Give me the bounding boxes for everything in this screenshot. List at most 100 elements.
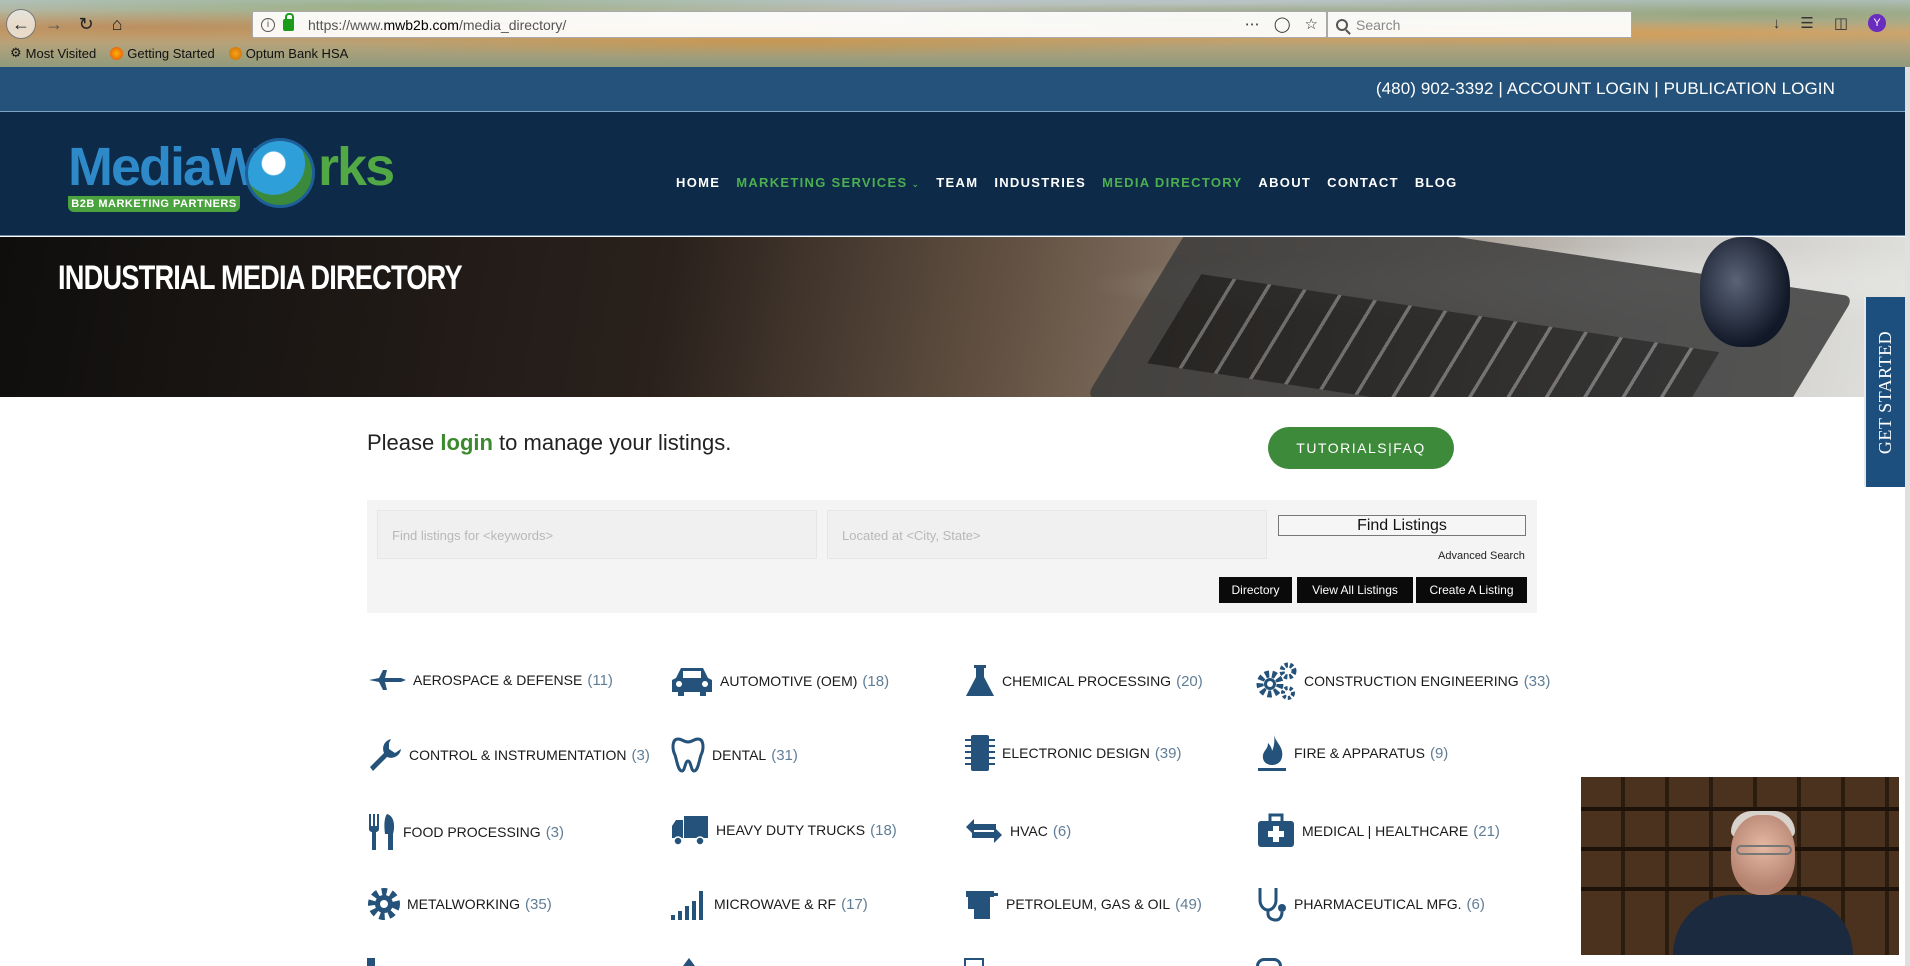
chevron-down-icon: ⌄ — [911, 179, 921, 189]
library-icon[interactable]: ☰ — [1800, 14, 1813, 32]
category-aerospace-defense[interactable]: AEROSPACE & DEFENSE (11) — [367, 669, 613, 691]
listing-search-panel: Find listings for <keywords> Located at … — [367, 500, 1537, 613]
url-bar[interactable]: i https://www.mwb2b.com/media_directory/… — [252, 11, 1327, 38]
browser-chrome: ← → ↻ ⌂ i https://www.mwb2b.com/media_di… — [0, 0, 1910, 67]
category-dental[interactable]: DENTAL (31) — [670, 735, 798, 775]
category-automotive[interactable]: AUTOMOTIVE (OEM) (18) — [670, 664, 889, 698]
create-listing-button[interactable]: Create A Listing — [1416, 577, 1527, 603]
jet-icon — [367, 669, 407, 691]
login-link[interactable]: login — [440, 430, 493, 455]
hero-banner: INDUSTRIAL MEDIA DIRECTORY — [0, 237, 1905, 397]
pocket-icon[interactable]: ◯ — [1274, 15, 1291, 33]
category-icon-partial — [683, 958, 695, 966]
more-actions-icon[interactable]: ⋯ — [1245, 15, 1260, 33]
category-icon-partial — [367, 958, 375, 966]
search-placeholder: Search — [1356, 16, 1401, 33]
bookmarks-bar: ⚙ Most Visited Getting Started Optum Ban… — [10, 45, 348, 61]
reload-icon: ↻ — [78, 13, 94, 34]
back-button[interactable]: ← — [6, 9, 36, 39]
utensils-icon — [367, 812, 397, 852]
nav-media-directory[interactable]: MEDIA DIRECTORY — [1102, 175, 1242, 190]
car-icon — [670, 664, 714, 698]
toolbar-icons: ↓ ☰ ◫ Y — [1773, 14, 1886, 32]
nav-contact[interactable]: CONTACT — [1327, 175, 1399, 190]
search-icon — [1336, 18, 1348, 31]
category-heavy-duty-trucks[interactable]: HEAVY DUTY TRUCKS (18) — [670, 814, 897, 846]
wrench-icon — [367, 737, 403, 773]
find-listings-button[interactable]: Find Listings — [1278, 515, 1526, 536]
category-petroleum-gas-oil[interactable]: PETROLEUM, GAS & OIL (49) — [964, 887, 1202, 921]
url-actions: ⋯ ◯ ☆ — [1245, 15, 1318, 33]
category-construction-engineering[interactable]: CONSTRUCTION ENGINEERING (33) — [1256, 662, 1550, 700]
firefox-icon — [110, 46, 124, 60]
gears-icon — [1256, 662, 1298, 700]
tutorials-faq-button[interactable]: TUTORIALS|FAQ — [1268, 427, 1454, 469]
category-microwave-rf[interactable]: MICROWAVE & RF (17) — [670, 887, 868, 921]
bookmark-optum-bank[interactable]: Optum Bank HSA — [228, 45, 348, 61]
medkit-icon — [1256, 813, 1296, 849]
logo-text: MediaW rks — [68, 137, 395, 197]
category-icon-partial — [1256, 958, 1282, 966]
info-icon[interactable]: i — [261, 17, 275, 32]
home-icon: ⌂ — [111, 13, 123, 34]
signal-bars-icon — [670, 887, 708, 921]
mediaworks-logo[interactable]: MediaW rks B2B MARKETING PARTNERS — [68, 136, 398, 216]
reload-button[interactable]: ↻ — [72, 10, 100, 38]
flame-icon — [1256, 733, 1288, 773]
bookmark-getting-started[interactable]: Getting Started — [110, 45, 215, 61]
tooth-icon — [670, 735, 706, 775]
flask-icon — [964, 663, 996, 699]
home-button[interactable]: ⌂ — [103, 10, 131, 38]
page-title: INDUSTRIAL MEDIA DIRECTORY — [58, 259, 463, 297]
category-control-instrumentation[interactable]: CONTROL & INSTRUMENTATION (3) — [367, 737, 650, 773]
login-prompt: Please login to manage your listings. — [367, 430, 732, 455]
oil-pump-icon — [964, 887, 1000, 921]
arrow-left-icon: ← — [12, 13, 30, 34]
location-input[interactable]: Located at <City, State> — [827, 510, 1267, 559]
site-navbar: MediaW rks B2B MARKETING PARTNERS HOME MA… — [0, 112, 1905, 236]
keywords-input[interactable]: Find listings for <keywords> — [377, 510, 817, 559]
globe-handshake-icon — [245, 138, 315, 208]
nav-team[interactable]: TEAM — [936, 175, 978, 190]
gear-icon — [367, 887, 401, 921]
page-scrollbar[interactable] — [1905, 67, 1910, 966]
main-nav: HOME MARKETING SERVICES ⌄ TEAM INDUSTRIES… — [676, 175, 1458, 190]
mouse-photo — [1700, 237, 1790, 347]
sidebar-icon[interactable]: ◫ — [1834, 14, 1848, 32]
stethoscope-icon — [1256, 886, 1288, 922]
forward-button[interactable]: → — [40, 10, 68, 38]
nav-blog[interactable]: BLOG — [1415, 175, 1458, 190]
nav-about[interactable]: ABOUT — [1258, 175, 1311, 190]
optum-icon — [228, 46, 242, 60]
category-chemical-processing[interactable]: CHEMICAL PROCESSING (20) — [964, 663, 1203, 699]
category-food-processing[interactable]: FOOD PROCESSING (3) — [367, 812, 564, 852]
view-all-listings-button[interactable]: View All Listings — [1297, 577, 1413, 603]
nav-industries[interactable]: INDUSTRIES — [994, 175, 1086, 190]
download-icon[interactable]: ↓ — [1773, 15, 1781, 32]
nav-marketing-services[interactable]: MARKETING SERVICES ⌄ — [736, 175, 920, 190]
advanced-search-link[interactable]: Advanced Search — [1438, 550, 1525, 562]
category-metalworking[interactable]: METALWORKING (35) — [367, 887, 552, 921]
browser-search-input[interactable]: Search — [1327, 11, 1632, 38]
site-topbar: (480) 902-3392 | ACCOUNT LOGIN | PUBLICA… — [0, 67, 1905, 112]
truck-icon — [670, 814, 710, 846]
get-started-tab[interactable]: GET STARTED — [1864, 297, 1905, 487]
category-icon-partial — [964, 958, 984, 966]
logo-tagline: B2B MARKETING PARTNERS — [68, 196, 240, 212]
category-electronic-design[interactable]: ELECTRONIC DESIGN (39) — [964, 733, 1182, 773]
lock-icon — [283, 12, 294, 31]
directory-button[interactable]: Directory — [1219, 577, 1292, 603]
chip-icon — [964, 733, 996, 773]
category-pharmaceutical-mfg[interactable]: PHARMACEUTICAL MFG. (6) — [1256, 886, 1485, 922]
category-medical-healthcare[interactable]: MEDICAL | HEALTHCARE (21) — [1256, 813, 1500, 849]
exchange-icon — [964, 817, 1004, 845]
category-fire-apparatus[interactable]: FIRE & APPARATUS (9) — [1256, 733, 1448, 773]
url-text: https://www.mwb2b.com/media_directory/ — [308, 16, 567, 33]
bookmark-most-visited[interactable]: ⚙ Most Visited — [10, 45, 96, 61]
star-icon[interactable]: ☆ — [1305, 15, 1318, 33]
topbar-links[interactable]: (480) 902-3392 | ACCOUNT LOGIN | PUBLICA… — [1376, 79, 1835, 99]
category-hvac[interactable]: HVAC (6) — [964, 817, 1071, 845]
webcam-overlay — [1580, 776, 1900, 956]
nav-home[interactable]: HOME — [676, 175, 720, 190]
profile-avatar[interactable]: Y — [1868, 14, 1886, 32]
